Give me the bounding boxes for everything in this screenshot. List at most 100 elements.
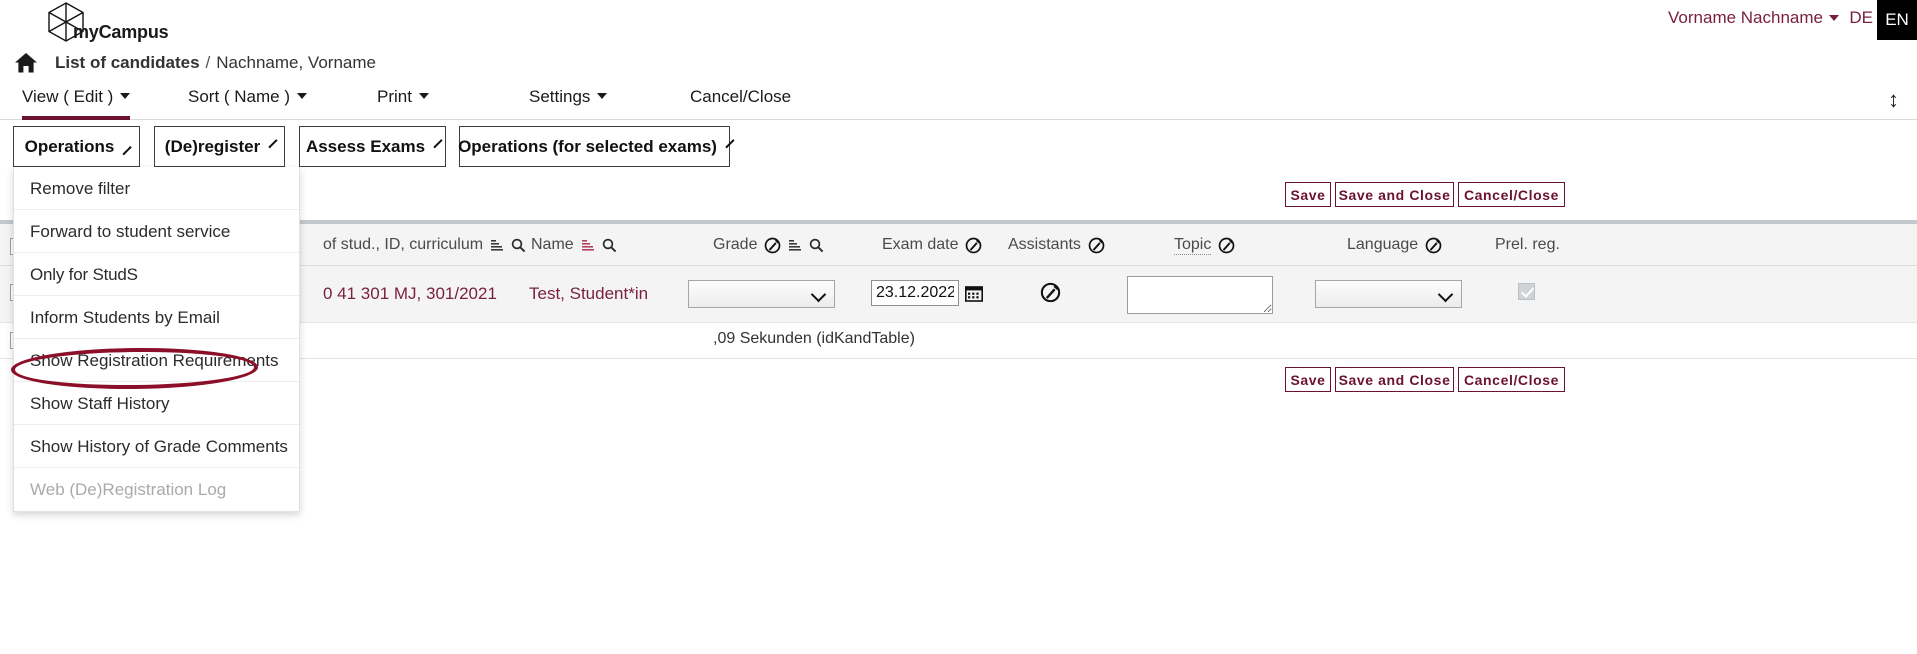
cancel-close-button-bottom[interactable]: Cancel/Close (1458, 367, 1565, 392)
operations-button-label: Operations (24, 136, 115, 156)
menu-item-web-deregistration-log: Web (De)Registration Log (30, 480, 227, 499)
language-de-button[interactable]: DE (1849, 8, 1873, 28)
topic-textarea[interactable] (1127, 276, 1273, 314)
operations-dropdown-menu: Remove filter Forward to student service… (13, 167, 300, 512)
menu-item-inform-students-by-email[interactable]: Inform Students by Email (14, 296, 299, 339)
language-select-wrapper (1315, 280, 1462, 308)
tab-settings[interactable]: Settings (529, 82, 608, 120)
breadcrumb-root[interactable]: List of candidates (55, 53, 200, 73)
save-button-bottom[interactable]: Save (1285, 367, 1331, 392)
save-and-close-button-top[interactable]: Save and Close (1335, 182, 1454, 207)
app-logo[interactable]: myCampus (44, 0, 169, 46)
chevron-down-icon (1829, 15, 1839, 21)
column-header-exam-date-label: Exam date (882, 236, 959, 253)
calendar-icon[interactable] (965, 285, 983, 302)
deregister-button[interactable]: (De)register (154, 126, 285, 167)
language-select[interactable] (1315, 280, 1462, 308)
column-header-name-label: Name (531, 236, 574, 253)
assess-exams-button[interactable]: Assess Exams (299, 126, 446, 167)
grade-select-wrapper (688, 280, 835, 308)
logo-wordmark: myCampus (73, 22, 169, 42)
menu-item-remove-filter[interactable]: Remove filter (14, 167, 299, 210)
search-icon[interactable] (511, 238, 526, 253)
menu-item-forward-to-student-service[interactable]: Forward to student service (14, 210, 299, 253)
breadcrumb-separator: / (205, 53, 211, 72)
grade-select[interactable] (688, 280, 835, 308)
main-tab-nav: View ( Edit ) Sort ( Name ) Print Settin… (0, 82, 1917, 120)
column-header-assistants-label: Assistants (1008, 236, 1081, 253)
tab-cancel-close-label: Cancel/Close (690, 87, 792, 106)
tab-print[interactable]: Print (377, 82, 429, 120)
sort-icon-active[interactable] (581, 239, 595, 252)
action-button-row: Operations (De)register Assess Exams Ope… (0, 126, 1917, 168)
exam-date-group (871, 280, 983, 306)
column-header-assistants[interactable]: Assistants (1008, 236, 1105, 254)
search-icon[interactable] (809, 238, 824, 253)
menu-item-show-staff-history[interactable]: Show Staff History (14, 382, 299, 425)
deregister-button-label: (De)register (164, 136, 261, 156)
edit-pencil-icon[interactable] (1088, 237, 1105, 254)
tab-settings-label: Settings (529, 87, 591, 106)
top-bar: myCampus Vorname Nachname DE EN (0, 0, 1917, 46)
operations-button[interactable]: Operations (13, 126, 140, 167)
chevron-down-icon (597, 93, 608, 99)
tab-sort-name[interactable]: Sort ( Name ) (188, 82, 308, 120)
column-header-prel-reg-label: Prel. reg. (1495, 236, 1560, 253)
tab-view-edit[interactable]: View ( Edit ) (22, 82, 131, 120)
tab-sort-name-label: Sort ( Name ) (188, 87, 291, 106)
column-header-language-label: Language (1347, 236, 1419, 253)
chevron-up-icon (122, 146, 132, 156)
chevron-down-icon (120, 93, 131, 99)
save-and-close-button-bottom[interactable]: Save and Close (1335, 367, 1454, 392)
breadcrumb: List of candidates / Nachname, Vorname (0, 46, 376, 80)
column-header-language[interactable]: Language (1347, 236, 1442, 254)
edit-pencil-icon (1040, 282, 1061, 303)
cell-name: Test, Student*in (529, 284, 649, 303)
chevron-down-icon (268, 139, 278, 149)
edit-pencil-icon[interactable] (1425, 237, 1442, 254)
column-header-grade-label: Grade (713, 236, 758, 253)
edit-pencil-icon[interactable] (965, 237, 982, 254)
cancel-close-button-top[interactable]: Cancel/Close (1458, 182, 1565, 207)
column-header-stud-label: of stud., ID, curriculum (323, 236, 484, 253)
cell-stud: 0 41 301 MJ, 301/2021 (323, 284, 497, 303)
app-page: myCampus Vorname Nachname DE EN List of … (0, 0, 1917, 654)
tab-view-edit-label: View ( Edit ) (22, 87, 114, 106)
column-header-prel-reg[interactable]: Prel. reg. (1495, 236, 1560, 254)
menu-item-show-registration-requirements[interactable]: Show Registration Requirements (14, 339, 299, 382)
sort-updown-icon[interactable]: ↕ (1888, 86, 1899, 114)
menu-item-show-history-of-grade-comments[interactable]: Show History of Grade Comments (14, 425, 299, 468)
assess-exams-button-label: Assess Exams (305, 136, 426, 156)
column-header-topic[interactable]: Topic (1174, 236, 1235, 255)
operations-selected-exams-button[interactable]: Operations (for selected exams) (458, 126, 735, 167)
prel-reg-checkbox (1518, 283, 1535, 305)
assistants-edit-button[interactable] (1040, 282, 1061, 303)
exam-date-input[interactable] (871, 280, 959, 306)
column-header-exam-date[interactable]: Exam date (882, 236, 982, 254)
save-button-top[interactable]: Save (1285, 182, 1331, 207)
menu-item-only-for-studs[interactable]: Only for StudS (14, 253, 299, 296)
chevron-down-icon (418, 93, 429, 99)
column-header-grade[interactable]: Grade (713, 236, 824, 254)
user-name-label: Vorname Nachname (1668, 8, 1823, 27)
chevron-down-icon (725, 139, 735, 149)
breadcrumb-current: Nachname, Vorname (216, 53, 376, 72)
column-header-name[interactable]: Name (531, 236, 617, 254)
sort-icon[interactable] (788, 239, 802, 252)
search-icon[interactable] (602, 238, 617, 253)
language-en-button[interactable]: EN (1877, 0, 1917, 40)
sort-icon[interactable] (490, 239, 504, 252)
user-menu[interactable]: Vorname Nachname (1668, 8, 1839, 28)
column-header-topic-label: Topic (1174, 236, 1212, 255)
tab-print-label: Print (377, 87, 412, 106)
edit-pencil-icon[interactable] (764, 237, 781, 254)
topic-textarea-wrapper (1127, 276, 1273, 319)
edit-pencil-icon[interactable] (1218, 237, 1235, 254)
chevron-down-icon (433, 139, 443, 149)
operations-selected-exams-label: Operations (for selected exams) (458, 136, 717, 156)
home-icon[interactable] (14, 52, 38, 74)
table-footer-note: ,09 Sekunden (idKandTable) (713, 330, 915, 347)
chevron-down-icon (297, 93, 308, 99)
tab-cancel-close[interactable]: Cancel/Close (690, 82, 791, 120)
column-header-stud[interactable]: of stud., ID, curriculum (323, 236, 526, 254)
